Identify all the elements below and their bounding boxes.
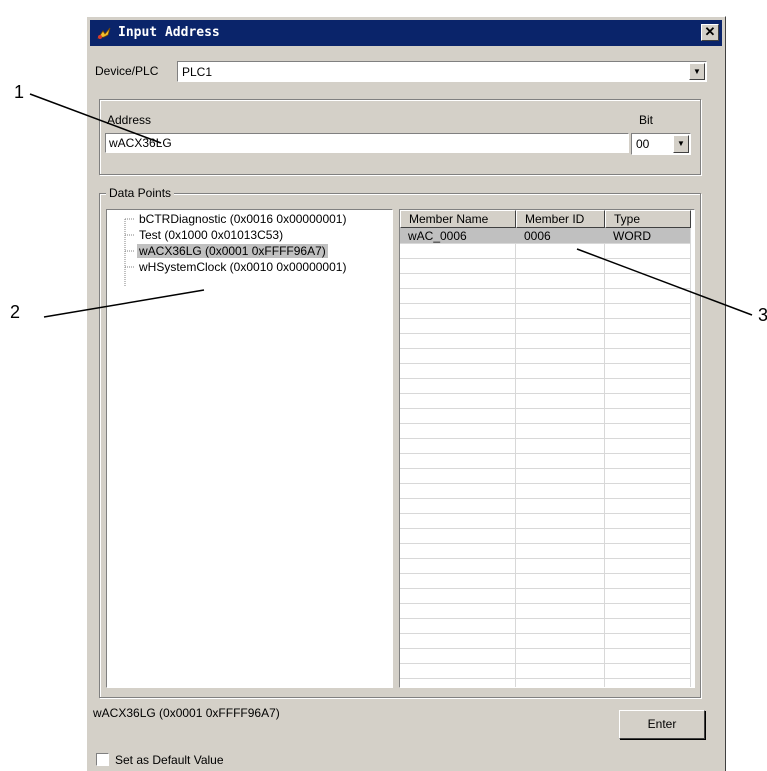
close-icon: ✕ bbox=[704, 24, 716, 39]
column-header[interactable]: Type bbox=[605, 210, 691, 228]
data-points-label: Data Points bbox=[106, 186, 175, 200]
data-points-group: Data Points bCTRDiagnostic (0x0016 0x000… bbox=[99, 186, 701, 698]
address-group: Address Bit wACX36LG 00 ▼ bbox=[99, 99, 701, 175]
input-address-dialog: Input Address ✕ Device/PLC PLC1 ▼ Addres… bbox=[86, 16, 726, 771]
address-label: Address bbox=[107, 113, 152, 127]
callout-1: 1 bbox=[14, 82, 25, 102]
member-grid[interactable]: Member Name Member ID Type wAC_0006 0006… bbox=[399, 209, 695, 688]
callout-2: 2 bbox=[10, 302, 21, 322]
callout-3: 3 bbox=[758, 305, 767, 325]
column-header[interactable]: Member ID bbox=[516, 210, 605, 228]
default-value-checkbox[interactable] bbox=[96, 753, 109, 766]
device-dropdown-button[interactable]: ▼ bbox=[689, 63, 705, 80]
address-input[interactable]: wACX36LG bbox=[105, 133, 629, 153]
title-bar[interactable]: Input Address ✕ bbox=[90, 20, 722, 46]
enter-button[interactable]: Enter bbox=[619, 710, 705, 739]
table-cell[interactable]: 0006 bbox=[516, 229, 551, 243]
device-value: PLC1 bbox=[182, 65, 213, 79]
status-text: wACX36LG (0x0001 0xFFFF96A7) bbox=[93, 706, 280, 720]
data-points-tree[interactable]: bCTRDiagnostic (0x0016 0x00000001) Test … bbox=[106, 209, 393, 688]
bit-label: Bit bbox=[639, 113, 654, 127]
tree-item[interactable]: wHSystemClock (0x0010 0x00000001) bbox=[137, 260, 348, 274]
table-cell[interactable]: WORD bbox=[605, 229, 651, 243]
device-select[interactable]: PLC1 ▼ bbox=[177, 61, 707, 82]
table-cell[interactable]: wAC_0006 bbox=[400, 229, 467, 243]
column-header[interactable]: Member Name bbox=[400, 210, 516, 228]
bit-dropdown-button[interactable]: ▼ bbox=[673, 135, 689, 153]
address-value: wACX36LG bbox=[109, 136, 172, 150]
bit-value: 00 bbox=[636, 137, 650, 151]
close-button[interactable]: ✕ bbox=[701, 24, 719, 41]
tree-item-selected[interactable]: wACX36LG (0x0001 0xFFFF96A7) bbox=[137, 244, 328, 258]
app-icon bbox=[97, 27, 111, 39]
chevron-down-icon: ▼ bbox=[693, 67, 701, 76]
bit-select[interactable]: 00 ▼ bbox=[631, 133, 691, 155]
tree-item[interactable]: bCTRDiagnostic (0x0016 0x00000001) bbox=[137, 212, 348, 226]
default-value-label: Set as Default Value bbox=[115, 753, 224, 767]
grid-lines bbox=[400, 228, 691, 687]
tree-item[interactable]: Test (0x1000 0x01013C53) bbox=[137, 228, 285, 242]
device-label: Device/PLC bbox=[95, 64, 159, 78]
chevron-down-icon: ▼ bbox=[677, 139, 685, 148]
window-title: Input Address bbox=[118, 25, 220, 40]
